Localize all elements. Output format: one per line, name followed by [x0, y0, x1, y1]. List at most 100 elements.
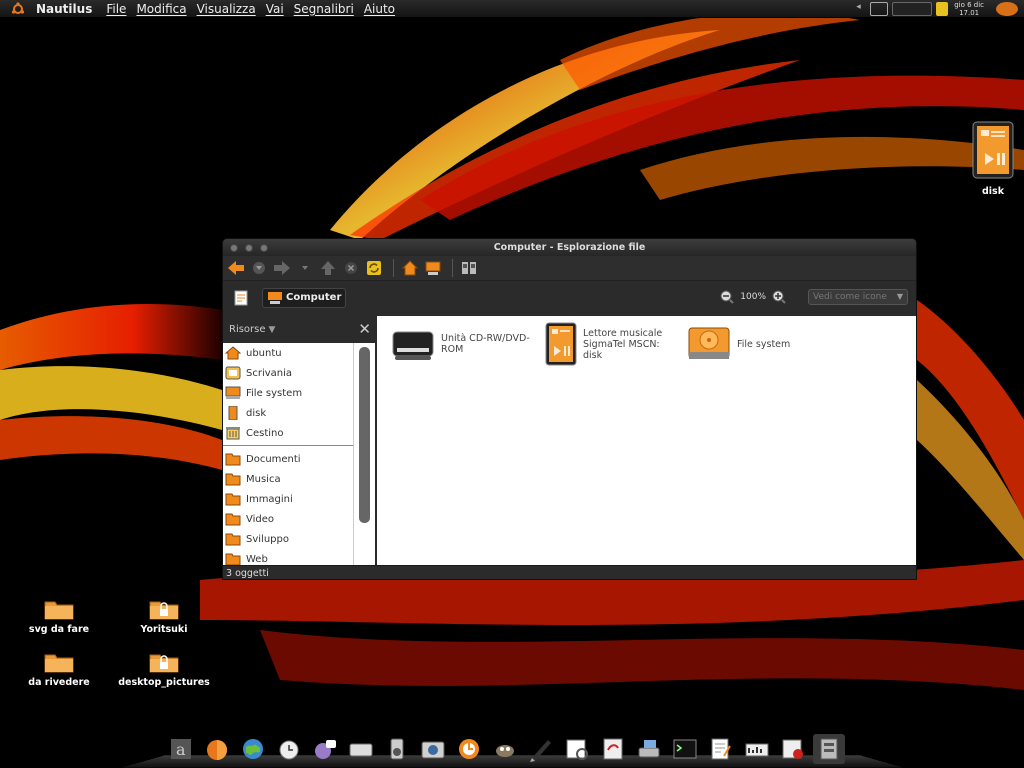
- folder-icon: [44, 654, 74, 673]
- view-toggle-button[interactable]: [459, 258, 479, 278]
- up-button[interactable]: [318, 258, 338, 278]
- top-panel: Nautilus File Modifica Visualizza Vai Se…: [0, 0, 1024, 18]
- sidebar-item-ubuntu[interactable]: ubuntu: [223, 343, 353, 363]
- dock-system-monitor-icon[interactable]: [741, 734, 773, 764]
- sidebar-item-file-system[interactable]: File system: [223, 383, 353, 403]
- window-title: Computer - Esplorazione file: [493, 242, 646, 253]
- sidebar-item-web[interactable]: Web: [223, 549, 353, 565]
- file-item-file-system[interactable]: File system: [687, 326, 827, 362]
- desktop-folder-yoritsuki[interactable]: Yoritsuki: [136, 598, 192, 635]
- dock-file-manager-icon[interactable]: [813, 734, 845, 764]
- edit-location-button[interactable]: [231, 288, 251, 308]
- breadcrumb-computer[interactable]: Computer: [262, 287, 347, 308]
- folder-icon: [225, 453, 241, 466]
- menu-modifica[interactable]: Modifica: [136, 2, 186, 16]
- forward-button[interactable]: [272, 258, 292, 278]
- desktop-folder-svg-da-fare[interactable]: svg da fare: [28, 598, 90, 635]
- zoom-in-icon[interactable]: [772, 290, 786, 304]
- sidebar-item-immagini[interactable]: Immagini: [223, 489, 353, 509]
- dock-font-icon[interactable]: a: [165, 734, 197, 764]
- file-item-optical-drive[interactable]: Unità CD-RW/DVD-ROM: [391, 326, 531, 362]
- back-arrow-icon: [228, 261, 244, 275]
- sidebar-item-documenti[interactable]: Documenti: [223, 449, 353, 469]
- sidebar-item-label: Documenti: [246, 453, 301, 465]
- menu-file[interactable]: File: [106, 2, 126, 16]
- dock-keyboard-icon[interactable]: [345, 734, 377, 764]
- sidebar-item-video[interactable]: Video: [223, 509, 353, 529]
- arrow-left-icon[interactable]: ◂: [856, 2, 866, 16]
- stop-button[interactable]: [341, 258, 361, 278]
- home-button[interactable]: [400, 258, 420, 278]
- network-icon[interactable]: [870, 2, 889, 16]
- menu-aiuto[interactable]: Aiuto: [364, 2, 395, 16]
- dock-camera-icon[interactable]: [417, 734, 449, 764]
- file-manager-window: Computer - Esplorazione file Computer 10…: [222, 238, 917, 580]
- close-sidebar-icon[interactable]: ✕: [358, 320, 371, 338]
- reload-button[interactable]: [364, 258, 384, 278]
- folder-icon: [44, 601, 74, 620]
- window-titlebar[interactable]: Computer - Esplorazione file: [223, 239, 916, 256]
- session-icon[interactable]: [996, 2, 1018, 16]
- sidebar-item-cestino[interactable]: Cestino: [223, 423, 353, 443]
- battery-icon[interactable]: [936, 2, 949, 16]
- media-player-icon: [228, 406, 238, 420]
- workspace-switcher-icon[interactable]: [892, 2, 933, 16]
- file-item-media-player[interactable]: Lettore musicale SigmaTel MSCN: disk: [545, 322, 673, 366]
- forward-history-button[interactable]: [295, 258, 315, 278]
- dock-scanner-icon[interactable]: [633, 734, 665, 764]
- desktop-icon-label: da rivedere: [28, 677, 90, 688]
- dock-image-viewer-icon[interactable]: [561, 734, 593, 764]
- app-name[interactable]: Nautilus: [36, 2, 92, 16]
- status-bar: 3 oggetti: [223, 565, 916, 579]
- hard-disk-icon: [688, 327, 730, 359]
- sidebar-item-musica[interactable]: Musica: [223, 469, 353, 489]
- toolbar-separator: [452, 259, 453, 277]
- scrollbar-thumb[interactable]: [359, 347, 370, 523]
- ubuntu-logo-icon[interactable]: [0, 0, 36, 18]
- svg-text:a: a: [176, 740, 186, 759]
- dock-globe-icon[interactable]: [237, 734, 269, 764]
- desktop-folder-desktop-pictures[interactable]: desktop_pictures: [118, 651, 210, 688]
- dock-dictionary-icon[interactable]: [597, 734, 629, 764]
- desktop-disk-icon[interactable]: disk: [972, 121, 1014, 197]
- dock-speaker-icon[interactable]: [381, 734, 413, 764]
- chevron-down-icon[interactable]: ▼: [269, 325, 276, 335]
- folder-icon: [225, 553, 241, 565]
- dock-nautilus-shell-icon[interactable]: [201, 734, 233, 764]
- dock-firefox-icon[interactable]: [453, 734, 485, 764]
- sidebar-item-label: Scrivania: [246, 367, 293, 379]
- desktop-icon-label: svg da fare: [28, 624, 90, 635]
- menu-segnalibri[interactable]: Segnalibri: [294, 2, 354, 16]
- sidebar-item-label: File system: [246, 387, 303, 399]
- breadcrumb-label: Computer: [286, 292, 342, 303]
- sidebar-item-sviluppo[interactable]: Sviluppo: [223, 529, 353, 549]
- desktop-folder-da-rivedere[interactable]: da rivedere: [28, 651, 90, 688]
- status-text: 3 oggetti: [226, 568, 269, 579]
- dock-text-editor-icon[interactable]: [705, 734, 737, 764]
- sidebar-header: Risorse ▼ ✕: [223, 316, 375, 343]
- sidebar-item-label: Web: [246, 553, 268, 565]
- dock-inkscape-icon[interactable]: [525, 734, 557, 764]
- sidebar-item-label: disk: [246, 407, 267, 419]
- zoom-out-icon[interactable]: [720, 290, 734, 304]
- sidebar-item-disk[interactable]: disk: [223, 403, 353, 423]
- sidebar-scrollbar[interactable]: [353, 343, 375, 565]
- back-button[interactable]: [226, 258, 246, 278]
- dock-disc-burner-icon[interactable]: [777, 734, 809, 764]
- back-history-button[interactable]: [249, 258, 269, 278]
- zoom-level[interactable]: 100%: [740, 292, 766, 302]
- dock-clock-icon[interactable]: [273, 734, 305, 764]
- clock[interactable]: gio 6 dic 17.01: [954, 1, 984, 17]
- dock-pidgin-icon[interactable]: [309, 734, 341, 764]
- view-mode-select[interactable]: Vedi come icone: [808, 289, 908, 305]
- chevron-down-icon: [253, 262, 265, 274]
- desktop-icon-label: Yoritsuki: [140, 624, 188, 635]
- menu-vai[interactable]: Vai: [266, 2, 284, 16]
- folder-icon: [225, 493, 241, 506]
- dock-gimp-icon[interactable]: [489, 734, 521, 764]
- computer-button[interactable]: [423, 258, 443, 278]
- sidebar-item-scrivania[interactable]: Scrivania: [223, 363, 353, 383]
- dock-terminal-icon[interactable]: [669, 734, 701, 764]
- menu-visualizza[interactable]: Visualizza: [197, 2, 256, 16]
- sidebar-type-select[interactable]: Risorse: [229, 324, 266, 335]
